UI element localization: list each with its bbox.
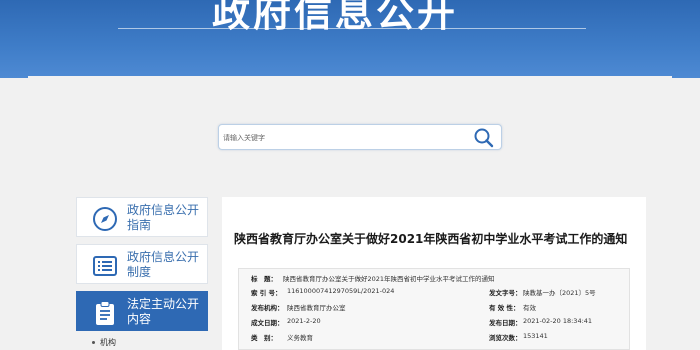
meta-index-value: 11610000741297059L/2021-024 <box>287 287 395 295</box>
document-panel: 陕西省教育厅办公室关于做好2021年陕西省初中学业水平考试工作的通知 标 题： … <box>222 197 646 350</box>
meta-docno-key: 发文字号： <box>489 289 522 297</box>
document-meta-table: 标 题： 陕西省教育厅办公室关于做好2021年陕西省初中学业水平考试工作的通知 … <box>238 268 630 350</box>
sidebar-item-system[interactable]: 政府信息公开制度 <box>76 244 208 284</box>
meta-published-key: 发布日期： <box>489 319 522 327</box>
meta-title-key: 标 题： <box>251 275 277 283</box>
meta-validity-key: 有 效 性： <box>489 304 520 312</box>
meta-row: 成文日期： 2021-2-20 发布日期： 2021-02-20 18:34:4… <box>239 317 631 330</box>
search-input[interactable] <box>223 130 463 146</box>
search-icon <box>474 128 494 148</box>
meta-docno-value: 陕教基一办〔2021〕5号 <box>523 289 596 297</box>
sidebar-item-content[interactable]: 法定主动公开内容 <box>76 291 208 331</box>
meta-row: 标 题： 陕西省教育厅办公室关于做好2021年陕西省初中学业水平考试工作的通知 <box>239 273 631 286</box>
sidebar-item-label: 法定主动公开内容 <box>127 297 200 326</box>
compass-icon <box>93 207 117 231</box>
meta-category-key: 类 别： <box>251 334 277 342</box>
sidebar-item-guide[interactable]: 政府信息公开指南 <box>76 197 208 237</box>
meta-row: 索 引 号： 11610000741297059L/2021-024 发文字号：… <box>239 287 631 300</box>
meta-views-value: 153141 <box>523 332 548 340</box>
sidebar-subitem-org[interactable]: 机构 <box>100 337 116 348</box>
sidebar-item-label: 政府信息公开指南 <box>127 203 200 232</box>
meta-published-value: 2021-02-20 18:34:41 <box>523 317 593 325</box>
meta-row: 类 别： 义务教育 浏览次数： 153141 <box>239 332 631 345</box>
meta-validity-value: 有效 <box>523 304 536 312</box>
bullet-icon <box>92 341 95 344</box>
meta-created-value: 2021-2-20 <box>287 317 321 325</box>
sidebar-item-label: 政府信息公开制度 <box>127 250 200 279</box>
document-title: 陕西省教育厅办公室关于做好2021年陕西省初中学业水平考试工作的通知 <box>234 232 628 246</box>
clipboard-icon <box>96 301 114 325</box>
page-title: 政府信息公开 <box>212 0 459 35</box>
meta-created-key: 成文日期： <box>251 319 284 327</box>
search-button[interactable] <box>473 127 495 149</box>
list-icon <box>93 256 117 276</box>
meta-row: 发布机构： 陕西省教育厅办公室 有 效 性： 有效 <box>239 302 631 315</box>
meta-issuer-key: 发布机构： <box>251 304 284 312</box>
meta-issuer-value: 陕西省教育厅办公室 <box>287 304 346 312</box>
meta-title-value: 陕西省教育厅办公室关于做好2021年陕西省初中学业水平考试工作的通知 <box>283 275 495 283</box>
meta-views-key: 浏览次数： <box>489 334 522 342</box>
search-bar <box>218 124 502 150</box>
header-banner: 政府信息公开 <box>0 0 700 78</box>
meta-category-value: 义务教育 <box>287 334 313 342</box>
meta-index-key: 索 引 号： <box>251 289 282 297</box>
